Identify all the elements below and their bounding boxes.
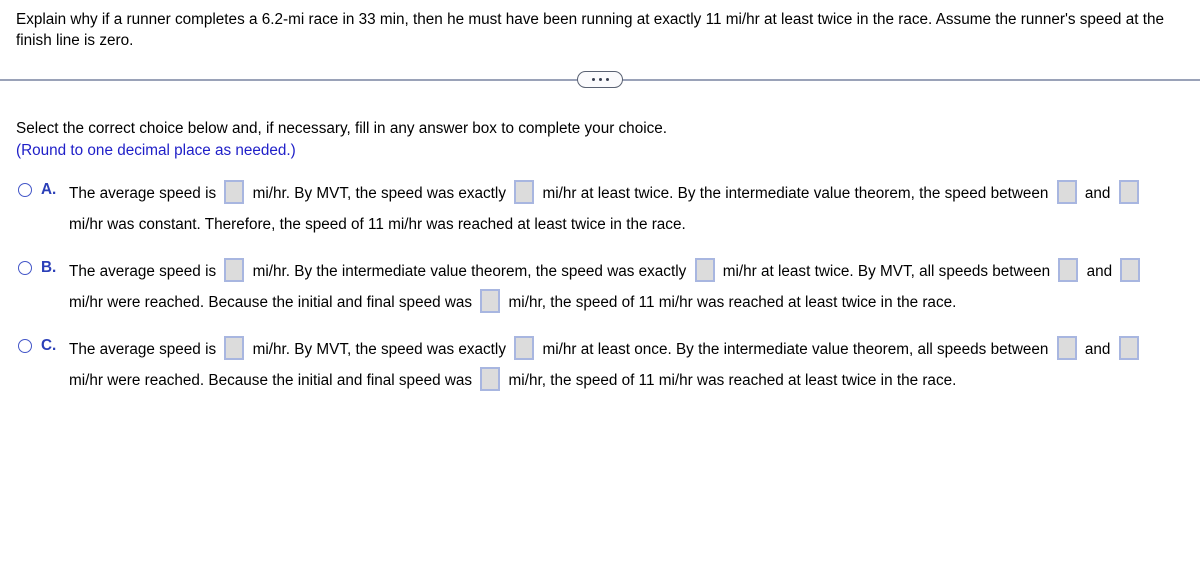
choice-a-text: The average speed is mi/hr. By MVT, the … xyxy=(69,178,1174,240)
answer-box-b-5[interactable] xyxy=(480,289,501,313)
instructions-block: Select the correct choice below and, if … xyxy=(0,91,1200,162)
choice-option-a[interactable]: A. The average speed is mi/hr. By MVT, t… xyxy=(16,178,1184,240)
answer-box-c-4[interactable] xyxy=(1118,336,1139,360)
dot-1-icon xyxy=(591,78,595,81)
answer-box-c-3[interactable] xyxy=(1056,336,1077,360)
dot-3-icon xyxy=(605,78,609,81)
answer-box-b-2[interactable] xyxy=(694,258,715,282)
choice-letter-a[interactable]: A. xyxy=(41,178,69,201)
answer-box-a-2[interactable] xyxy=(514,180,535,204)
answer-box-c-1[interactable] xyxy=(224,336,245,360)
choice-letter-c[interactable]: C. xyxy=(41,334,69,357)
choice-b-text: The average speed is mi/hr. By the inter… xyxy=(69,256,1174,318)
choice-c-part-2: mi/hr. By MVT, the speed was exactly xyxy=(248,341,511,358)
choice-b-part-1: The average speed is xyxy=(69,263,221,280)
choice-b-part-4: and xyxy=(1082,263,1117,280)
choice-letter-b[interactable]: B. xyxy=(41,256,69,279)
answer-box-c-5[interactable] xyxy=(480,367,501,391)
radio-button-b[interactable] xyxy=(18,261,32,275)
choice-c-part-6: mi/hr, the speed of 11 mi/hr was reached… xyxy=(504,372,957,389)
choice-c-text: The average speed is mi/hr. By MVT, the … xyxy=(69,334,1174,396)
answer-box-b-3[interactable] xyxy=(1058,258,1079,282)
instruction-text: Select the correct choice below and, if … xyxy=(16,120,668,137)
answer-box-a-4[interactable] xyxy=(1118,180,1139,204)
choice-b-part-6: mi/hr, the speed of 11 mi/hr was reached… xyxy=(504,294,957,311)
radio-button-a[interactable] xyxy=(18,183,32,197)
choice-a-part-1: The average speed is xyxy=(69,185,221,202)
choice-c-part-3: mi/hr at least once. By the intermediate… xyxy=(538,341,1053,358)
more-options-dots-icon[interactable] xyxy=(577,71,623,88)
answer-box-a-3[interactable] xyxy=(1056,180,1077,204)
choice-b-part-2: mi/hr. By the intermediate value theorem… xyxy=(248,263,691,280)
answer-box-a-1[interactable] xyxy=(224,180,245,204)
choice-a-part-4: and xyxy=(1080,185,1115,202)
choice-a-part-3: mi/hr at least twice. By the intermediat… xyxy=(538,185,1053,202)
choice-c-part-4: and xyxy=(1080,341,1115,358)
dot-2-icon xyxy=(598,78,602,81)
choice-a-part-2: mi/hr. By MVT, the speed was exactly xyxy=(248,185,511,202)
choice-list: A. The average speed is mi/hr. By MVT, t… xyxy=(0,162,1200,396)
rounding-note: (Round to one decimal place as needed.) xyxy=(16,142,296,159)
answer-box-b-4[interactable] xyxy=(1120,258,1141,282)
answer-box-b-1[interactable] xyxy=(224,258,245,282)
answer-box-c-2[interactable] xyxy=(514,336,535,360)
choice-option-c[interactable]: C. The average speed is mi/hr. By MVT, t… xyxy=(16,334,1184,396)
question-prompt: Explain why if a runner completes a 6.2-… xyxy=(0,0,1200,51)
question-line-1: Explain why if a runner completes a 6.2-… xyxy=(16,11,933,28)
radio-button-c[interactable] xyxy=(18,339,32,353)
choice-b-part-3: mi/hr at least twice. By MVT, all speeds… xyxy=(718,263,1055,280)
choice-c-part-1: The average speed is xyxy=(69,341,221,358)
section-divider xyxy=(0,69,1200,91)
choice-option-b[interactable]: B. The average speed is mi/hr. By the in… xyxy=(16,256,1184,318)
